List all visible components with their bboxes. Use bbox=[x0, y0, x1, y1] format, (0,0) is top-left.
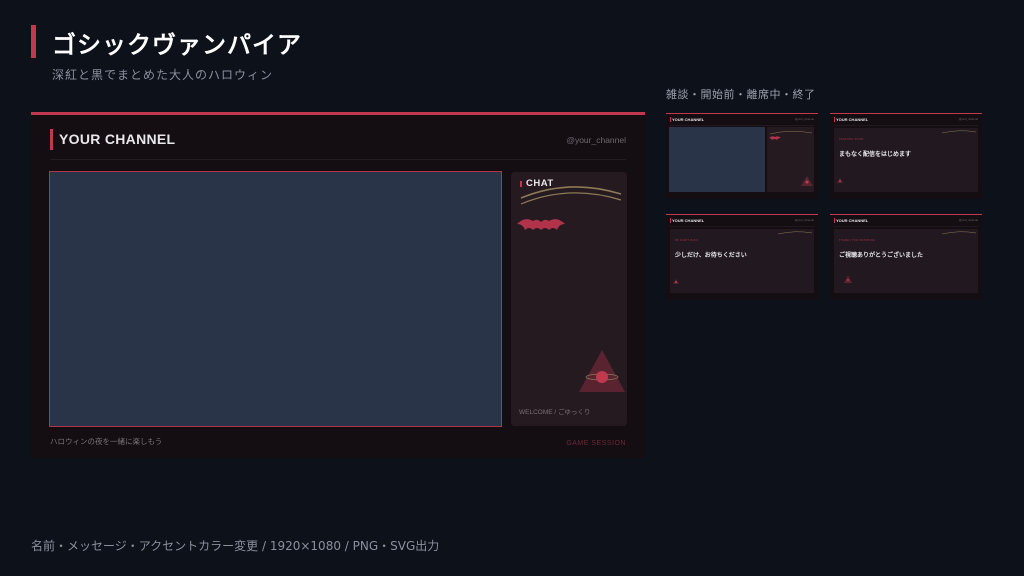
gold-arc-icon bbox=[777, 231, 813, 235]
gold-arc-icon bbox=[769, 131, 813, 135]
thumb-message: まもなく配信をはじめます bbox=[839, 151, 912, 158]
bat-icon bbox=[769, 136, 781, 140]
variant-thumbnail-chat[interactable]: YOUR CHANNEL @your_channel bbox=[666, 113, 818, 199]
video-frame bbox=[49, 171, 502, 427]
gold-arc-icon bbox=[941, 130, 977, 134]
thumb-small-label: THANKS FOR WATCHING bbox=[839, 239, 876, 242]
title-accent-bar bbox=[31, 25, 36, 58]
page-subtitle: 深紅と黒でまとめた大人のハロウィン bbox=[52, 68, 274, 82]
main-overlay-preview[interactable]: YOUR CHANNEL @your_channel CHAT WELCOME … bbox=[31, 112, 645, 458]
chat-accent-bar bbox=[520, 181, 522, 187]
thumb-small-label: STARTING SOON bbox=[839, 138, 864, 141]
gold-arc-icon bbox=[520, 186, 622, 205]
channel-accent-bar bbox=[50, 129, 53, 150]
page-title: ゴシックヴァンパイア bbox=[52, 31, 302, 59]
channel-name: YOUR CHANNEL bbox=[59, 131, 176, 147]
bat-icon bbox=[517, 219, 565, 230]
welcome-text: WELCOME / ごゆっくり bbox=[519, 409, 591, 416]
features-note: 名前・メッセージ・アクセントカラー変更 / 1920×1080 / PNG・SV… bbox=[31, 539, 440, 553]
variant-thumbnail-start[interactable]: YOUR CHANNEL @your_channel STARTING SOON… bbox=[830, 113, 982, 199]
thumb-message: 少しだけ、お待ちください bbox=[675, 252, 747, 259]
variant-thumbnail-away[interactable]: YOUR CHANNEL @your_channel BE RIGHT BACK… bbox=[666, 214, 818, 300]
footer-label: GAME SESSION bbox=[566, 440, 626, 447]
chat-decoration bbox=[517, 186, 625, 392]
chat-label: CHAT bbox=[526, 178, 554, 189]
pyramid-eye-icon bbox=[579, 350, 625, 392]
header-divider bbox=[50, 159, 626, 160]
thumb-message: ご視聴ありがとうございました bbox=[839, 252, 924, 259]
footer-message: ハロウィンの夜を一緒に楽しもう bbox=[50, 437, 163, 446]
thumb-small-label: BE RIGHT BACK bbox=[675, 239, 699, 242]
thumb-decoration bbox=[769, 131, 813, 186]
gold-arc-icon bbox=[941, 231, 977, 235]
variant-thumbnail-end[interactable]: YOUR CHANNEL @your_channel THANKS FOR WA… bbox=[830, 214, 982, 300]
channel-handle: @your_channel bbox=[566, 135, 626, 145]
variants-label: 雑談・開始前・離席中・終了 bbox=[666, 88, 816, 101]
chat-panel: CHAT WELCOME / ごゆっくり bbox=[511, 172, 627, 426]
